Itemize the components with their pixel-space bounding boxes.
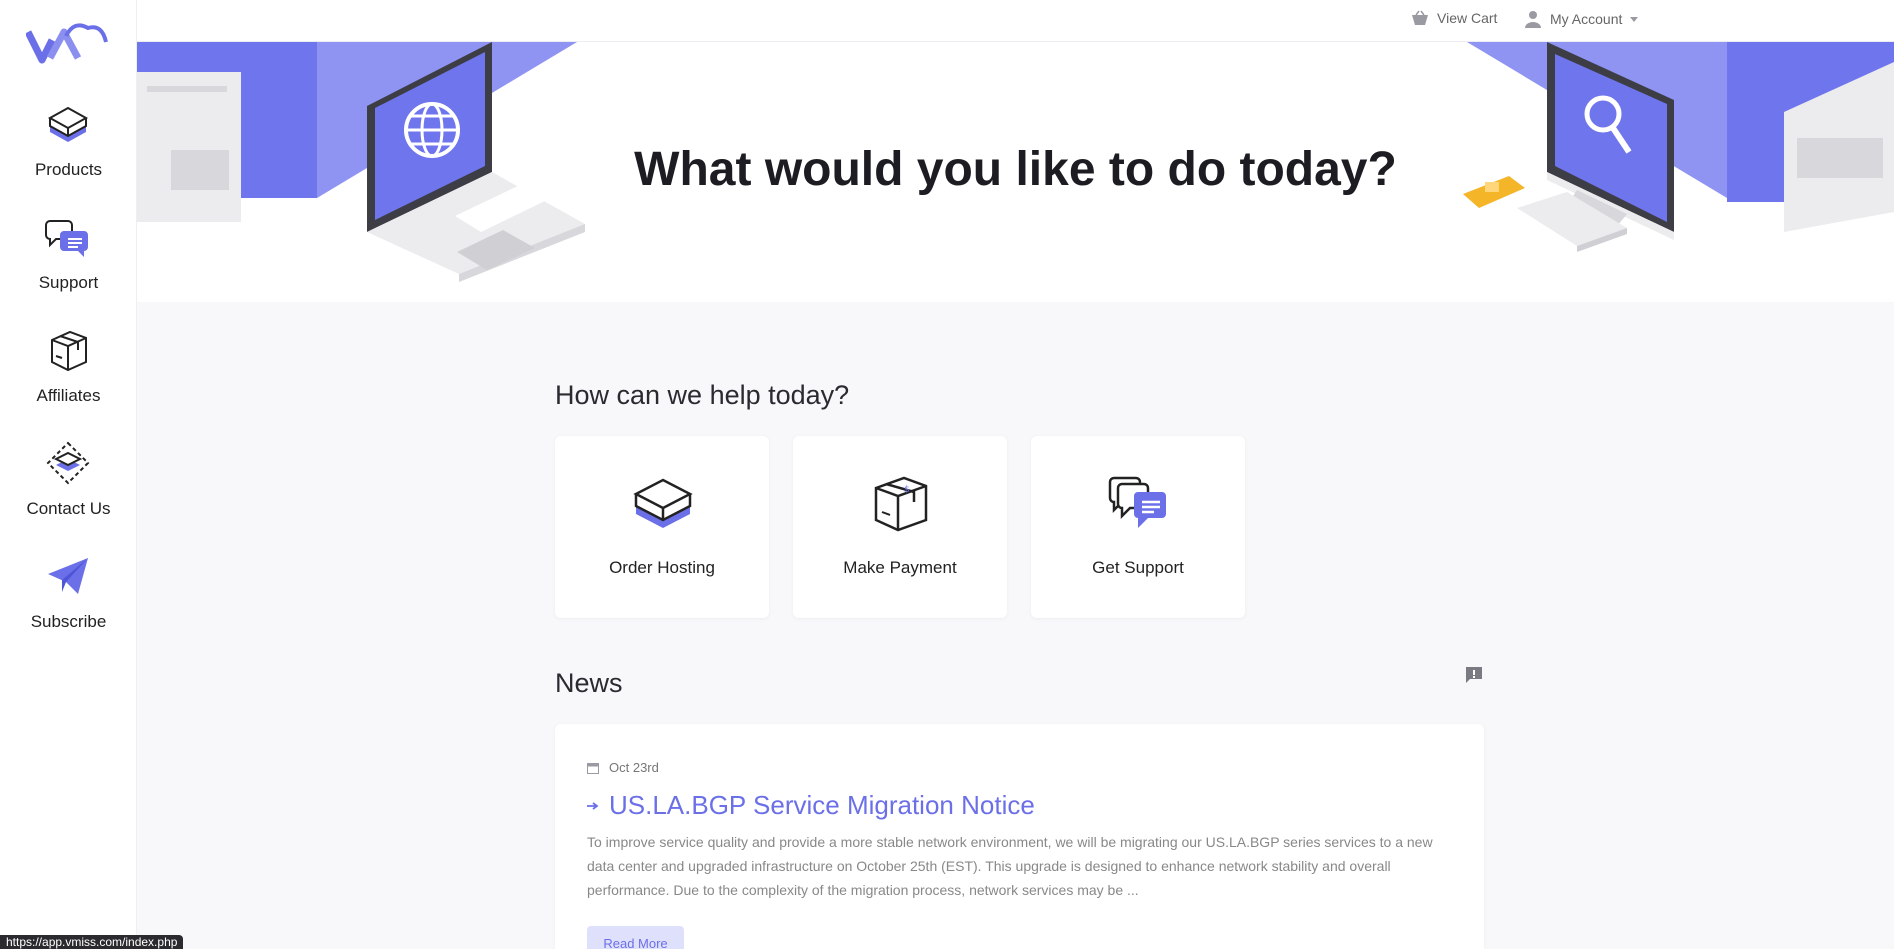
my-account-menu[interactable]: My Account	[1524, 10, 1639, 28]
sidebar-item-support[interactable]: Support	[0, 213, 137, 313]
news-excerpt: To improve service quality and provide a…	[587, 834, 1433, 898]
calendar-icon	[587, 762, 599, 774]
make-payment-card[interactable]: $ Make Payment	[793, 436, 1007, 618]
arrow-right-icon	[587, 801, 599, 810]
help-section-title: How can we help today?	[555, 380, 850, 410]
news-title-link[interactable]: US.LA.BGP Service Migration Notice	[587, 790, 1035, 821]
sidebar-item-products[interactable]: Products	[0, 100, 137, 200]
news-date-text: Oct 23rd	[609, 760, 659, 775]
sidebar-item-label: Products	[34, 160, 103, 179]
news-section-title: News	[555, 668, 623, 698]
affiliates-icon	[51, 330, 87, 372]
card-label: Order Hosting	[609, 558, 715, 577]
sidebar-item-subscribe[interactable]: Subscribe	[0, 552, 137, 652]
card-label: Get Support	[1092, 558, 1184, 577]
server-box-icon	[633, 478, 693, 528]
svg-text:$: $	[904, 485, 910, 495]
news-title-text: US.LA.BGP Service Migration Notice	[609, 790, 1035, 820]
order-hosting-card[interactable]: Order Hosting	[555, 436, 769, 618]
paper-plane-icon	[48, 558, 88, 594]
top-bar: View Cart My Account	[137, 0, 1894, 42]
hero-title: What would you like to do today?	[634, 143, 1397, 196]
package-icon: $	[874, 476, 928, 532]
sidebar-item-label: Support	[38, 273, 99, 292]
products-icon	[47, 106, 89, 142]
chat-bubbles-icon	[1108, 476, 1166, 528]
status-bar-url: https://app.vmiss.com/index.php	[0, 935, 184, 949]
user-icon	[1525, 11, 1541, 28]
sidebar-item-label: Affiliates	[36, 386, 101, 405]
card-label: Make Payment	[843, 558, 957, 577]
basket-icon	[1412, 10, 1428, 25]
sidebar-item-contact-us[interactable]: Contact Us	[0, 439, 137, 539]
support-icon	[45, 220, 88, 257]
vmiss-logo[interactable]	[26, 18, 108, 66]
get-support-card[interactable]: Get Support	[1031, 436, 1245, 618]
view-cart-link[interactable]: View Cart	[1411, 10, 1497, 26]
news-date: Oct 23rd	[587, 760, 659, 775]
read-more-button[interactable]: Read More	[587, 926, 684, 949]
sidebar-item-affiliates[interactable]: Affiliates	[0, 326, 137, 426]
sidebar-item-label: Subscribe	[30, 612, 107, 631]
view-cart-label: View Cart	[1437, 10, 1498, 26]
my-account-label: My Account	[1550, 11, 1623, 27]
sidebar: Products Support Affiliates Contact Us S…	[0, 0, 137, 949]
hero-banner: What would you like to do today?	[137, 42, 1894, 302]
news-item: Oct 23rd US.LA.BGP Service Migration Not…	[555, 724, 1484, 949]
contact-icon	[46, 441, 90, 485]
feedback-icon[interactable]	[1464, 665, 1484, 685]
sidebar-item-label: Contact Us	[26, 499, 111, 518]
chevron-down-icon	[1630, 16, 1639, 22]
